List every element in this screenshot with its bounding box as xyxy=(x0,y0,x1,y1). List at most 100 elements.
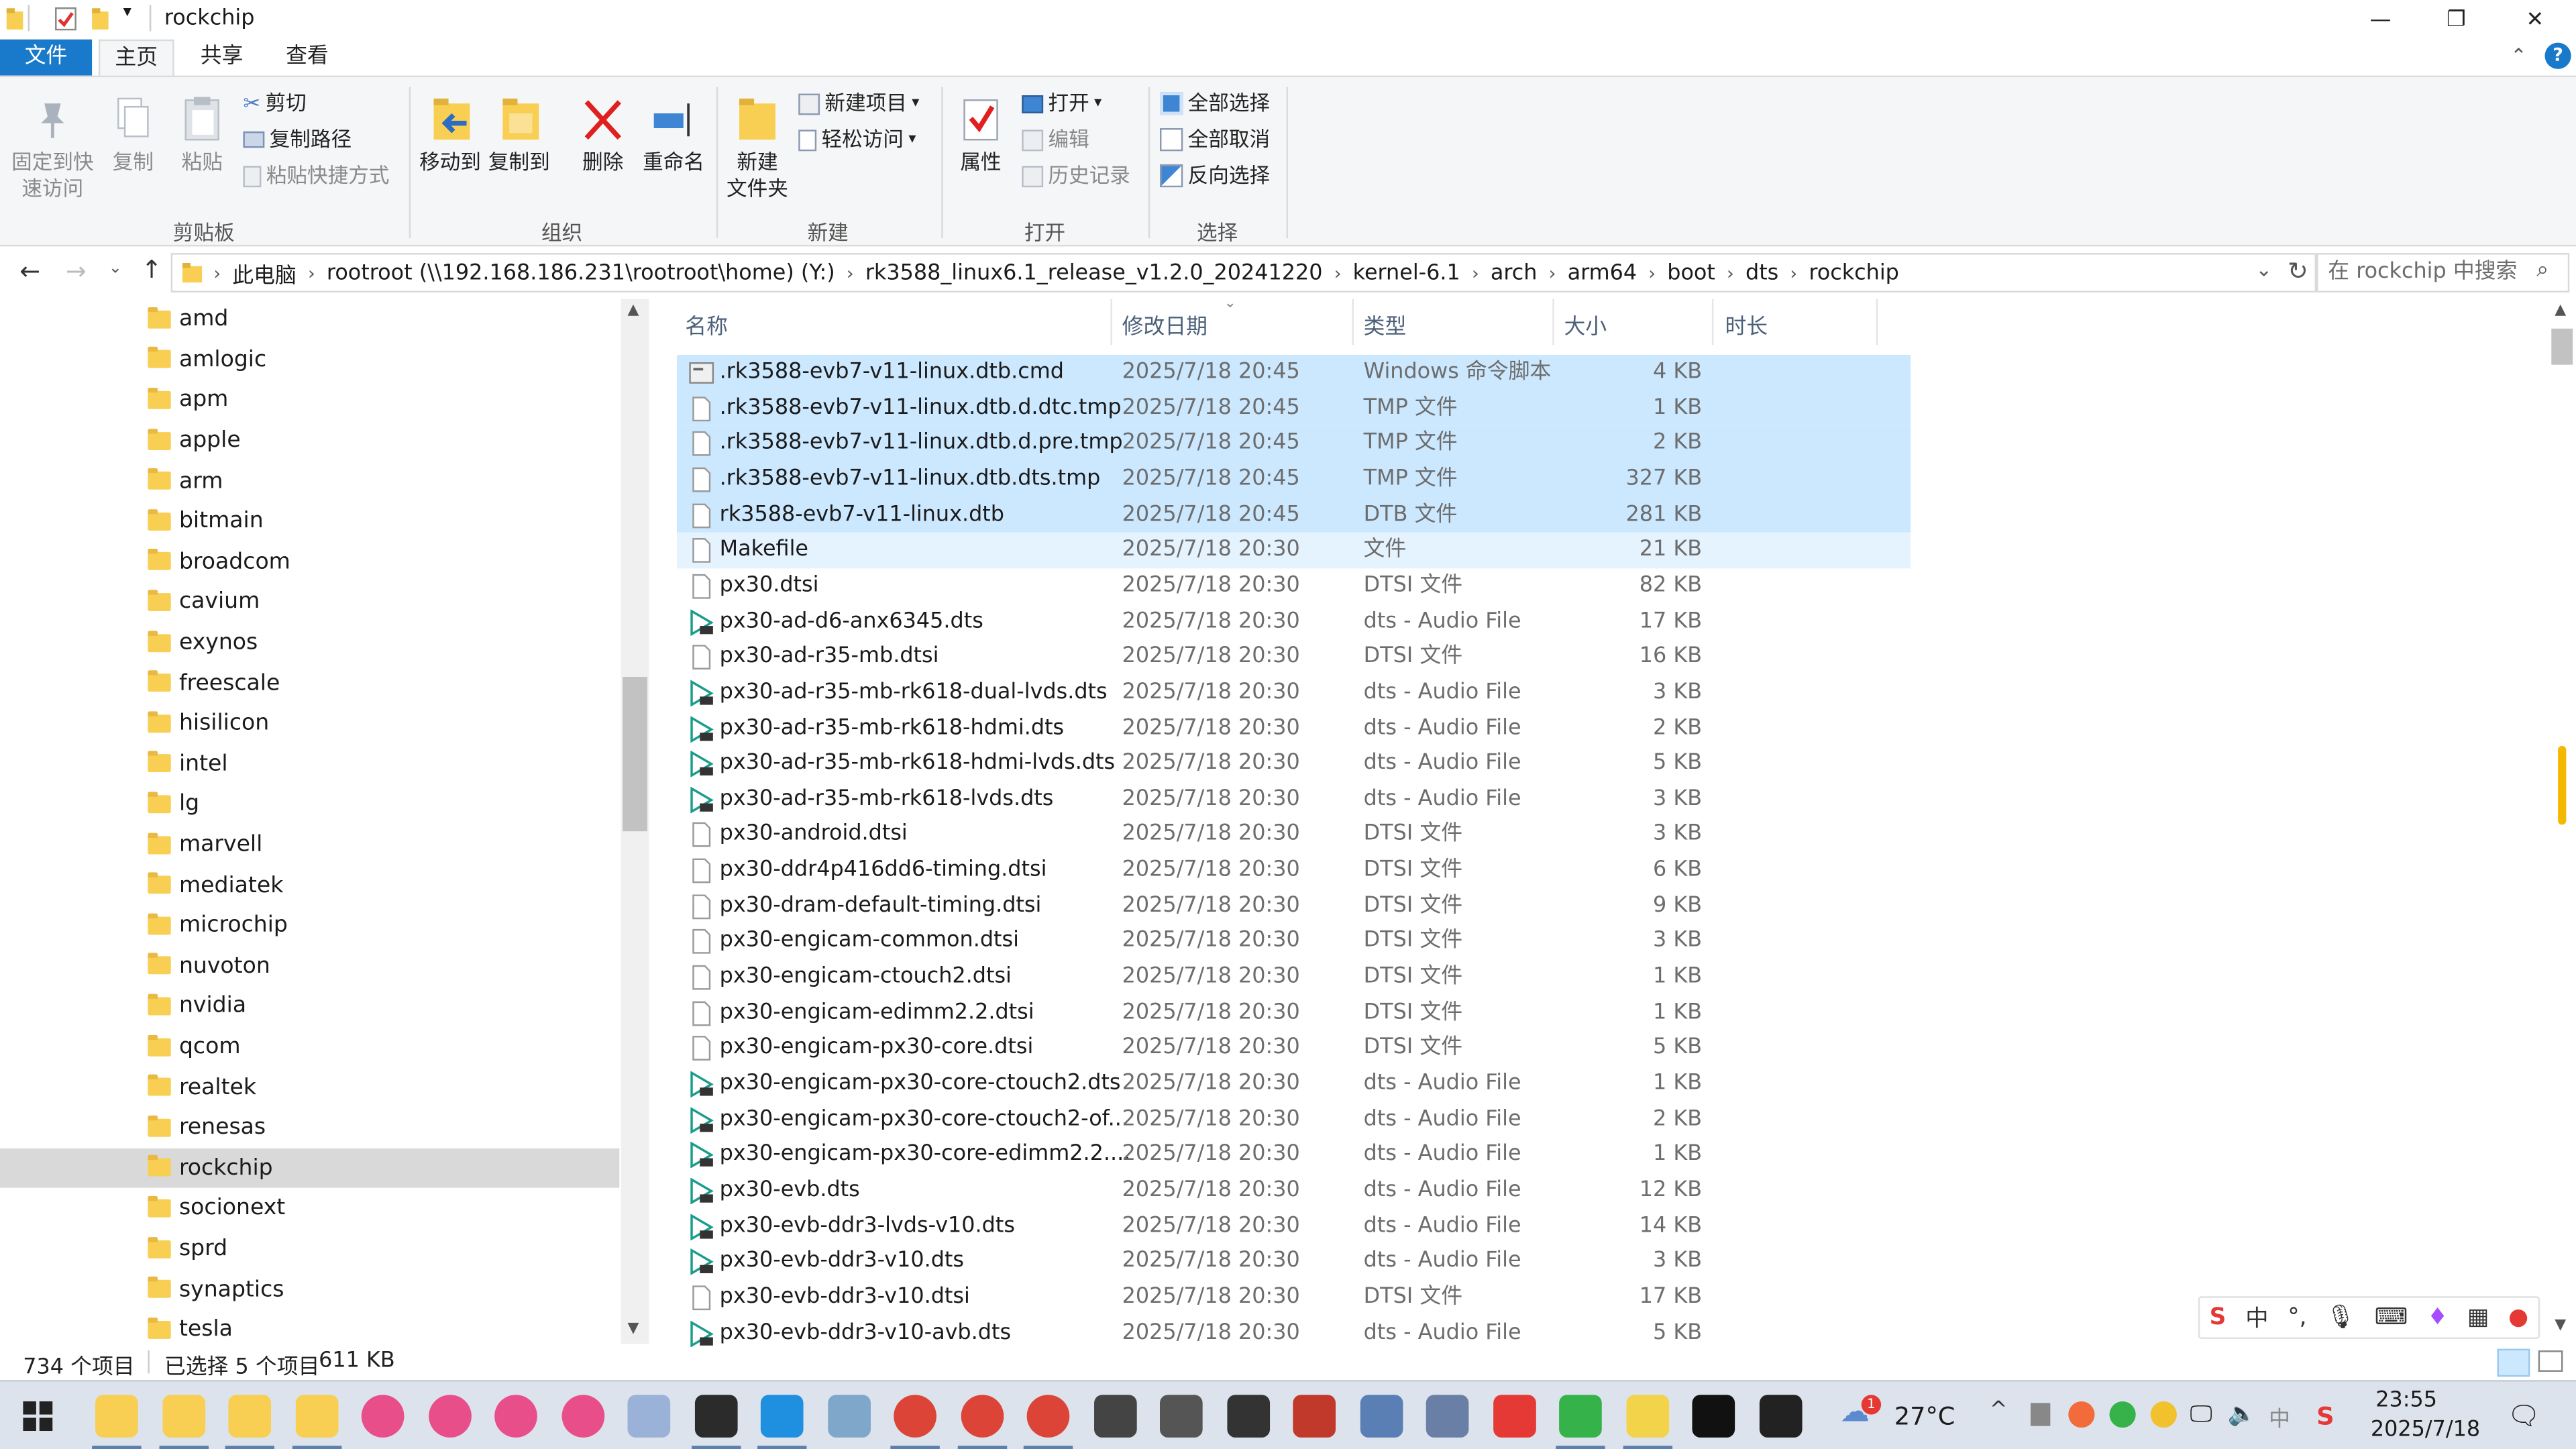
color-wheel-app-icon[interactable] xyxy=(427,1395,471,1438)
qq-icon[interactable] xyxy=(1758,1395,1802,1438)
file-explorer-icon[interactable] xyxy=(294,1395,338,1438)
nav-folder-cavium[interactable]: cavium xyxy=(0,582,619,622)
file-row[interactable]: px30-ddr4p416dd6-timing.dtsi 2025/7/18 20… xyxy=(677,853,1911,888)
delete-button[interactable]: 删除 xyxy=(575,94,631,176)
toolbox-icon[interactable]: ▦ xyxy=(2467,1305,2489,1331)
nav-folder-microchip[interactable]: microchip xyxy=(0,905,619,945)
tab-file[interactable]: 文件 xyxy=(0,39,93,76)
new-folder-quick-icon[interactable] xyxy=(91,7,110,32)
color-wheel-app-icon[interactable] xyxy=(361,1395,405,1438)
wechat-tray-icon[interactable] xyxy=(2109,1401,2136,1428)
ime-toolbar[interactable]: S 中 °, 🎙 ⌨ ♦ ▦ ● xyxy=(2198,1296,2540,1339)
network-app-icon[interactable] xyxy=(1426,1395,1469,1438)
file-row[interactable]: px30-evb-ddr3-v10.dts 2025/7/18 20:30 dts … xyxy=(677,1244,1911,1280)
nav-scrollbar[interactable]: ▲ ▼ xyxy=(621,299,649,1344)
scroll-up-icon[interactable]: ▲ xyxy=(2555,303,2566,319)
file-row[interactable]: px30-engicam-common.dtsi 2025/7/18 20:30 D… xyxy=(677,924,1911,959)
file-row[interactable]: .rk3588-evb7-v11-linux.dtb.cmd 2025/7/18 … xyxy=(676,354,1911,390)
nav-folder-freescale[interactable]: freescale xyxy=(0,663,619,703)
up-arrow-icon[interactable]: ↑ xyxy=(142,255,162,284)
column-length[interactable]: 时长 xyxy=(1725,309,1768,340)
temperature[interactable]: 27°C xyxy=(1894,1401,1955,1431)
skin-icon[interactable]: ♦ xyxy=(2427,1305,2448,1331)
file-row[interactable]: px30-ad-r35-mb-rk618-lvds.dts 2025/7/18 2… xyxy=(677,782,1911,817)
audio-app-icon[interactable] xyxy=(1226,1395,1269,1438)
chrome-icon[interactable] xyxy=(894,1395,936,1438)
copy-path-button[interactable]: 复制路径 xyxy=(243,123,352,156)
easy-access-button[interactable]: 轻松访问 ▾ xyxy=(798,123,916,156)
nav-scrollbar-thumb[interactable] xyxy=(623,676,647,832)
nav-folder-marvell[interactable]: marvell xyxy=(0,824,619,865)
capcut-icon[interactable] xyxy=(1692,1395,1735,1438)
windows-start-icon[interactable] xyxy=(23,1401,53,1432)
file-row[interactable]: px30-evb-ddr3-lvds-v10.dts 2025/7/18 20:3… xyxy=(677,1208,1911,1244)
scroll-up-icon[interactable]: ▲ xyxy=(628,303,639,319)
breadcrumb-this-pc[interactable]: 此电脑 xyxy=(226,257,303,288)
nav-folder-mediatek[interactable]: mediatek xyxy=(0,865,619,905)
nav-folder-synaptics[interactable]: synaptics xyxy=(0,1269,619,1309)
scroll-down-icon[interactable]: ▼ xyxy=(2555,1318,2566,1334)
column-date[interactable]: 修改日期 xyxy=(1122,309,1208,340)
nav-folder-bitmain[interactable]: bitmain xyxy=(0,501,619,541)
edit-button[interactable]: 编辑 xyxy=(1022,123,1089,156)
nav-folder-apple[interactable]: apple xyxy=(0,420,619,460)
nav-folder-socionext[interactable]: socionext xyxy=(0,1188,619,1228)
column-type[interactable]: 类型 xyxy=(1364,309,1407,340)
more-icon[interactable]: ● xyxy=(2508,1305,2528,1331)
file-row[interactable]: px30-ad-d6-anx6345.dts 2025/7/18 20:30 dts… xyxy=(677,604,1911,639)
file-row[interactable]: px30-engicam-edimm2.2.dtsi 2025/7/18 20:3… xyxy=(677,995,1911,1030)
chrome-icon[interactable] xyxy=(1026,1395,1070,1438)
breadcrumb-drive[interactable]: rootroot (\\192.168.186.231\rootroot\hom… xyxy=(320,260,841,285)
file-explorer-icon[interactable] xyxy=(162,1395,205,1438)
file-row[interactable]: px30-engicam-ctouch2.dtsi 2025/7/18 20:30… xyxy=(677,959,1911,995)
punctuation-icon[interactable]: °, xyxy=(2288,1305,2306,1331)
camera-app-icon[interactable] xyxy=(1093,1395,1136,1438)
breadcrumb-dts[interactable]: dts xyxy=(1739,260,1785,285)
network-icon[interactable]: 🖵 xyxy=(2190,1401,2212,1428)
file-row[interactable]: px30-engicam-px30-core.dtsi 2025/7/18 20:… xyxy=(677,1030,1911,1066)
nav-folder-renesas[interactable]: renesas xyxy=(0,1108,619,1148)
nav-folder-nuvoton[interactable]: nuvoton xyxy=(0,946,619,986)
list-scrollbar[interactable]: ▲ ▼ xyxy=(2548,299,2576,1344)
minimize-button[interactable]: — xyxy=(2343,0,2418,40)
nav-folder-qcom[interactable]: qcom xyxy=(0,1026,619,1067)
column-name[interactable]: 名称 xyxy=(685,309,728,340)
cut-button[interactable]: ✂ 剪切 xyxy=(243,87,306,120)
file-row[interactable]: px30-evb.dts 2025/7/18 20:30 dts - Audio F… xyxy=(677,1173,1911,1208)
nav-folder-sprd[interactable]: sprd xyxy=(0,1228,619,1269)
tab-home[interactable]: 主页 xyxy=(98,39,174,76)
nav-folder-arm[interactable]: arm xyxy=(0,461,619,501)
nav-folder-hisilicon[interactable]: hisilicon xyxy=(0,703,619,743)
file-row[interactable]: .rk3588-evb7-v11-linux.dtb.d.dtc.tmp 2025… xyxy=(676,390,1911,426)
refresh-icon[interactable]: ↻ xyxy=(2288,256,2308,286)
office-app-icon[interactable] xyxy=(1293,1395,1336,1438)
keyboard-icon[interactable]: ⌨ xyxy=(2375,1305,2408,1331)
pin-quick-access-button[interactable]: 固定到快 速访问 xyxy=(7,94,99,203)
color-wheel-app-icon[interactable] xyxy=(561,1395,604,1438)
nav-folder-rockchip[interactable]: rockchip xyxy=(0,1147,620,1188)
color-wheel-app-icon[interactable] xyxy=(494,1395,537,1438)
file-row[interactable]: px30-ad-r35-mb-rk618-dual-lvds.dts 2025/7… xyxy=(677,675,1911,710)
properties-button[interactable]: 属性 xyxy=(950,94,1012,176)
remote-app-icon[interactable] xyxy=(1359,1395,1403,1438)
breadcrumb-arch[interactable]: arch xyxy=(1484,260,1544,285)
breadcrumb-arm64[interactable]: arm64 xyxy=(1561,260,1644,285)
search-icon[interactable]: ⌕ xyxy=(2536,258,2548,282)
open-button[interactable]: 打开 ▾ xyxy=(1022,87,1102,120)
customize-quick-access-dropdown[interactable]: ▾ xyxy=(123,3,131,21)
properties-quick-icon[interactable] xyxy=(54,7,77,32)
nav-folder-apm[interactable]: apm xyxy=(0,380,619,420)
ultraedit-icon[interactable] xyxy=(694,1395,737,1438)
file-row[interactable]: px30.dtsi 2025/7/18 20:30 DTSI 文件 82 KB xyxy=(677,568,1911,604)
wechat-icon[interactable] xyxy=(1559,1395,1602,1438)
nav-folder-broadcom[interactable]: broadcom xyxy=(0,541,619,582)
nav-folder-realtek[interactable]: realtek xyxy=(0,1067,619,1107)
media-app-icon[interactable] xyxy=(1625,1395,1668,1438)
file-row[interactable]: px30-evb-ddr3-v10.dtsi 2025/7/18 20:30 DTS… xyxy=(677,1280,1911,1316)
large-icons-view-icon[interactable] xyxy=(2538,1350,2563,1372)
file-row[interactable]: px30-dram-default-timing.dtsi 2025/7/18 2… xyxy=(677,888,1911,924)
show-hidden-icons-chevron-icon[interactable]: ^ xyxy=(1990,1398,2008,1423)
new-folder-button[interactable]: 新建 文件夹 xyxy=(723,94,792,203)
input-language-indicator[interactable]: 中 xyxy=(2269,1401,2290,1433)
nav-folder-lg[interactable]: lg xyxy=(0,784,619,824)
